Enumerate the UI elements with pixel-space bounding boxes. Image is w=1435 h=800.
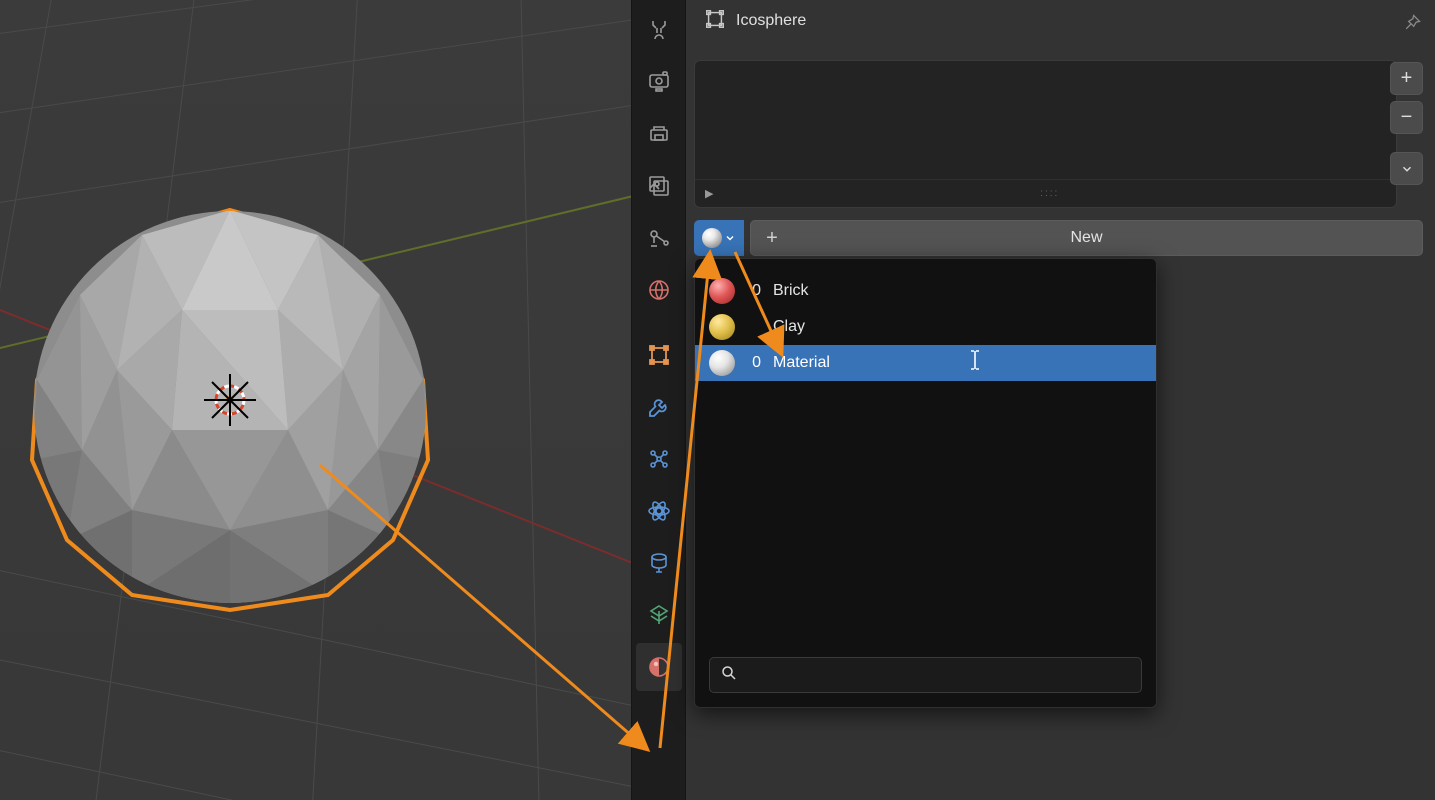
material-dropdown: 0 Brick Clay 0 Material bbox=[694, 258, 1157, 708]
tab-tool[interactable] bbox=[636, 6, 682, 54]
text-cursor-icon bbox=[968, 349, 982, 377]
plus-icon: + bbox=[1401, 67, 1413, 90]
properties-tab-strip bbox=[631, 0, 686, 800]
material-swatch-icon bbox=[709, 350, 735, 376]
slot-side-buttons: + − bbox=[1390, 62, 1423, 185]
material-preview-icon bbox=[702, 228, 722, 248]
material-selector-row: + New bbox=[694, 220, 1423, 256]
properties-panel: Icosphere ▶ :::: + − + New 0BrickClay0Ma… bbox=[686, 0, 1435, 800]
material-dropdown-item[interactable]: Clay bbox=[695, 309, 1156, 345]
tab-particles[interactable] bbox=[636, 435, 682, 483]
tab-separator bbox=[638, 324, 680, 325]
3d-viewport[interactable] bbox=[0, 0, 631, 800]
tab-data[interactable] bbox=[636, 591, 682, 639]
breadcrumb-object-name: Icosphere bbox=[736, 12, 806, 30]
tab-physics[interactable] bbox=[636, 487, 682, 535]
tab-viewlayer[interactable] bbox=[636, 162, 682, 210]
material-search-field[interactable] bbox=[709, 657, 1142, 693]
tab-material[interactable] bbox=[636, 643, 682, 691]
search-icon bbox=[720, 664, 738, 687]
material-dropdown-item[interactable]: 0 Brick bbox=[695, 273, 1156, 309]
material-user-count: 0 bbox=[747, 354, 761, 372]
material-user-count: 0 bbox=[747, 282, 761, 300]
tab-world[interactable] bbox=[636, 266, 682, 314]
drag-handle-icon[interactable]: :::: bbox=[713, 188, 1386, 199]
tab-constraints[interactable] bbox=[636, 539, 682, 587]
tab-render[interactable] bbox=[636, 58, 682, 106]
material-dropdown-item[interactable]: 0 Material bbox=[695, 345, 1156, 381]
tab-object[interactable] bbox=[636, 331, 682, 379]
material-dropdown-list: 0 Brick Clay 0 Material bbox=[695, 273, 1156, 381]
slot-list-footer: ▶ :::: bbox=[695, 179, 1396, 207]
remove-slot-button[interactable]: − bbox=[1390, 101, 1423, 134]
material-browse-button[interactable] bbox=[694, 220, 744, 256]
material-name: Material bbox=[773, 354, 830, 372]
add-slot-button[interactable]: + bbox=[1390, 62, 1423, 95]
tab-modifiers[interactable] bbox=[636, 383, 682, 431]
material-swatch-icon bbox=[709, 278, 735, 304]
material-name: Brick bbox=[773, 282, 809, 300]
breadcrumb: Icosphere bbox=[694, 0, 1427, 42]
material-search-input[interactable] bbox=[746, 667, 1131, 684]
chevron-down-icon bbox=[724, 232, 736, 244]
tab-scene[interactable] bbox=[636, 214, 682, 262]
minus-icon: − bbox=[1401, 106, 1413, 129]
material-slot-list[interactable]: ▶ :::: bbox=[694, 60, 1397, 208]
object-icon bbox=[704, 8, 726, 35]
material-name: Clay bbox=[773, 318, 805, 336]
new-material-label: New bbox=[793, 229, 1422, 247]
slot-expand-icon[interactable]: ▶ bbox=[705, 187, 713, 200]
selected-object-icosphere[interactable] bbox=[28, 200, 432, 614]
material-swatch-icon bbox=[709, 314, 735, 340]
pin-button[interactable] bbox=[1399, 10, 1425, 36]
new-material-button[interactable]: + New bbox=[750, 220, 1423, 256]
slot-specials-button[interactable] bbox=[1390, 152, 1423, 185]
tab-output[interactable] bbox=[636, 110, 682, 158]
plus-icon: + bbox=[751, 227, 793, 250]
